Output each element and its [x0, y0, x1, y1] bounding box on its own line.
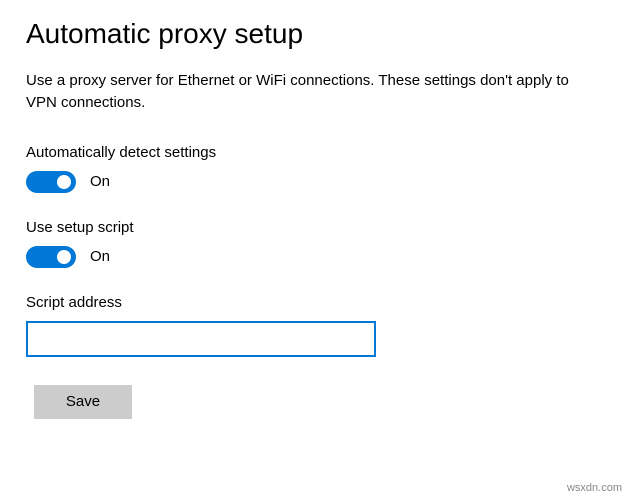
script-address-label: Script address [26, 294, 602, 311]
auto-detect-state: On [90, 173, 110, 190]
watermark-text: wsxdn.com [567, 482, 622, 494]
toggle-knob [57, 250, 71, 264]
use-script-state: On [90, 248, 110, 265]
toggle-knob [57, 175, 71, 189]
page-description: Use a proxy server for Ethernet or WiFi … [26, 70, 586, 114]
auto-detect-label: Automatically detect settings [26, 144, 602, 161]
script-address-input[interactable] [26, 321, 376, 357]
auto-detect-toggle[interactable] [26, 171, 76, 193]
auto-detect-row: On [26, 171, 602, 193]
use-script-toggle[interactable] [26, 246, 76, 268]
page-heading: Automatic proxy setup [26, 18, 602, 50]
use-script-label: Use setup script [26, 219, 602, 236]
use-script-row: On [26, 246, 602, 268]
save-button[interactable]: Save [34, 385, 132, 419]
